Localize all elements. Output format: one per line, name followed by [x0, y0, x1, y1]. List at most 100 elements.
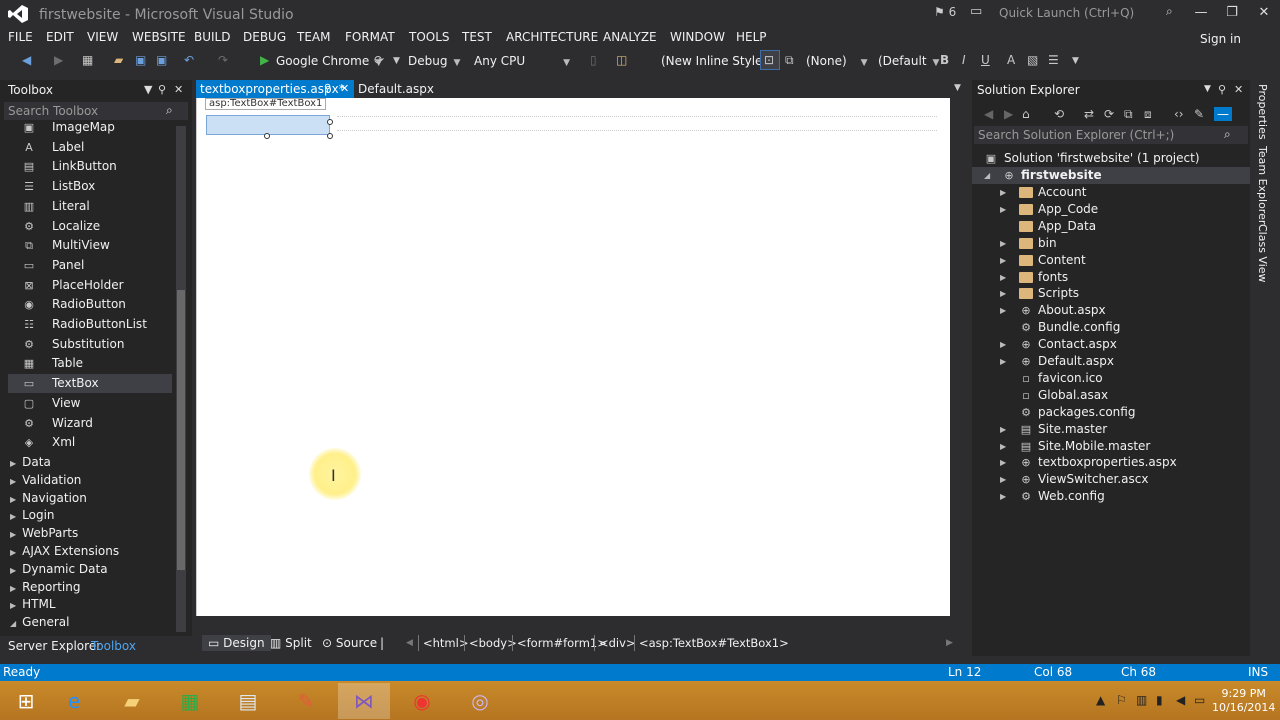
design-scrollbar[interactable]: [950, 98, 968, 616]
tab-textboxproperties[interactable]: textboxproperties.aspx* ⚲ ✕: [196, 80, 354, 98]
resize-handle[interactable]: [327, 119, 333, 125]
design-surface[interactable]: asp:TextBox#TextBox1 I: [196, 98, 950, 616]
underline-button[interactable]: U: [981, 53, 990, 67]
collapsed-arrow-icon[interactable]: ▶: [1000, 184, 1006, 201]
resize-handle[interactable]: [264, 133, 270, 139]
search-icon[interactable]: ⌕: [166, 103, 173, 118]
toolbox-item-radiobuttonlist[interactable]: ☷ RadioButtonList: [8, 315, 172, 334]
notepad-icon[interactable]: ▤: [222, 683, 274, 719]
minimize-icon[interactable]: —: [1191, 5, 1211, 20]
chrome-icon[interactable]: ◉: [396, 683, 448, 719]
toolbox-item-wizard[interactable]: ⚙ Wizard: [8, 414, 172, 433]
collapsed-arrow-icon[interactable]: ▶: [10, 584, 16, 593]
menu-edit[interactable]: EDIT: [46, 30, 74, 44]
solution-item-scripts[interactable]: ▶ Scripts: [972, 285, 1250, 302]
solution-item-default-aspx[interactable]: ▶ ⊕ Default.aspx: [972, 353, 1250, 370]
solution-item-viewswitcher-ascx[interactable]: ▶ ⊕ ViewSwitcher.ascx: [972, 471, 1250, 488]
toolbox-item-localize[interactable]: ⚙ Localize: [8, 217, 172, 236]
bold-button[interactable]: B: [940, 53, 949, 67]
toolbox-item-multiview[interactable]: ⧉ MultiView: [8, 236, 172, 255]
collapsed-arrow-icon[interactable]: ▶: [1000, 336, 1006, 353]
collapsed-arrow-icon[interactable]: ▶: [10, 601, 16, 610]
search-icon[interactable]: ⌕: [1224, 127, 1231, 142]
panel-menu-icon[interactable]: ▼: [144, 83, 152, 96]
breadcrumb-right-icon[interactable]: ▶: [946, 638, 953, 648]
style-select[interactable]: (New Inline Style▼: [661, 52, 775, 71]
highlight-icon[interactable]: ▧: [1027, 53, 1038, 67]
textbox-control[interactable]: [206, 115, 330, 135]
preview-icon[interactable]: —: [1214, 107, 1232, 121]
tab-team-explorer[interactable]: Team Explorer: [1256, 146, 1269, 224]
toolbox-item-panel[interactable]: ▭ Panel: [8, 256, 172, 275]
toolbox-category-reporting[interactable]: ▶ Reporting: [10, 580, 81, 594]
solution-item-packages-config[interactable]: ⚙ packages.config: [972, 404, 1250, 421]
excel-icon[interactable]: ▦: [164, 683, 216, 719]
collapsed-arrow-icon[interactable]: ▶: [1000, 454, 1006, 471]
resize-handle[interactable]: [327, 133, 333, 139]
notifications-flag-icon[interactable]: ⚑ 6: [934, 5, 956, 19]
toolbox-item-listbox[interactable]: ☰ ListBox: [8, 177, 172, 196]
solution-item-contact-aspx[interactable]: ▶ ⊕ Contact.aspx: [972, 336, 1250, 353]
run-target-select[interactable]: Google Chrome ▼: [276, 52, 382, 71]
show-hidden-icons-icon[interactable]: ▲: [1096, 693, 1105, 707]
pending-changes-icon[interactable]: ⇄: [1084, 107, 1094, 121]
back-icon[interactable]: ◀: [984, 107, 993, 121]
breadcrumb-left-icon[interactable]: ◀: [406, 638, 413, 648]
solution-item-app-data[interactable]: App_Data: [972, 218, 1250, 235]
toolbox-item-textbox[interactable]: ▭ TextBox: [8, 374, 172, 394]
collapsed-arrow-icon[interactable]: ▶: [1000, 353, 1006, 370]
taskbar-clock[interactable]: 9:29 PM 10/16/2014: [1212, 687, 1275, 715]
toolbox-item-placeholder[interactable]: ⊠ PlaceHolder: [8, 276, 172, 295]
feedback-icon[interactable]: ▭: [970, 4, 982, 19]
collapsed-arrow-icon[interactable]: ▶: [10, 459, 16, 468]
collapsed-arrow-icon[interactable]: ▶: [1000, 488, 1006, 505]
visual-studio-taskbar-icon[interactable]: ⋈: [338, 683, 390, 719]
start-button-icon[interactable]: ⊞: [0, 683, 52, 719]
menu-help[interactable]: HELP: [736, 30, 767, 44]
sync-icon[interactable]: ⟲: [1054, 107, 1064, 121]
solution-item-bin[interactable]: ▶ bin: [972, 235, 1250, 252]
toolbar-overflow-icon[interactable]: ▼: [1072, 56, 1079, 66]
expanded-arrow-icon[interactable]: ◢: [10, 619, 16, 628]
font-color-icon[interactable]: A: [1007, 53, 1015, 67]
restore-icon[interactable]: ❐: [1222, 5, 1242, 20]
collapsed-arrow-icon[interactable]: ▶: [10, 512, 16, 521]
collapsed-arrow-icon[interactable]: ▶: [10, 530, 16, 539]
new-project-icon[interactable]: ▦: [82, 53, 93, 67]
collapsed-arrow-icon[interactable]: ▶: [1000, 421, 1006, 438]
menu-tools[interactable]: TOOLS: [409, 30, 450, 44]
solution-item-bundle-config[interactable]: ⚙ Bundle.config: [972, 319, 1250, 336]
find-icon[interactable]: ▯: [590, 53, 597, 67]
menu-team[interactable]: TEAM: [297, 30, 330, 44]
menu-file[interactable]: FILE: [8, 30, 33, 44]
network-icon[interactable]: ▥: [1136, 693, 1147, 707]
internet-explorer-icon[interactable]: e: [48, 683, 100, 719]
menu-website[interactable]: WEBSITE: [132, 30, 186, 44]
menu-debug[interactable]: DEBUG: [243, 30, 286, 44]
toolbox-item-table[interactable]: ▦ Table: [8, 354, 172, 373]
solution-item-fonts[interactable]: ▶ fonts: [972, 269, 1250, 286]
properties-icon[interactable]: ✎: [1194, 107, 1204, 121]
collapse-all-icon[interactable]: ⧉: [1124, 107, 1133, 122]
refresh-icon[interactable]: ⟳: [374, 53, 384, 67]
pin-icon[interactable]: ⚲: [158, 83, 166, 96]
forward-icon[interactable]: ▶: [54, 53, 63, 67]
pin-icon[interactable]: ⚲: [1218, 83, 1226, 96]
toolbox-scrollbar[interactable]: [176, 126, 186, 632]
solution-item-favicon-ico[interactable]: ▫ favicon.ico: [972, 370, 1250, 387]
collapsed-arrow-icon[interactable]: ▶: [1000, 302, 1006, 319]
format-icon[interactable]: ◫: [616, 53, 627, 67]
file-explorer-icon[interactable]: ▰: [106, 683, 158, 719]
keyboard-icon[interactable]: ▭: [1194, 693, 1205, 707]
menu-build[interactable]: BUILD: [194, 30, 230, 44]
collapsed-arrow-icon[interactable]: ▶: [10, 477, 16, 486]
menu-window[interactable]: WINDOW: [670, 30, 725, 44]
start-debug-icon[interactable]: ▶: [260, 53, 269, 67]
expanded-arrow-icon[interactable]: ◢: [984, 167, 990, 184]
solution-node[interactable]: ▣ Solution 'firstwebsite' (1 project): [972, 150, 1250, 167]
forward-icon[interactable]: ▶: [1004, 107, 1013, 121]
toolbox-item-linkbutton[interactable]: ▤ LinkButton: [8, 157, 172, 176]
pin-icon[interactable]: ⚲: [324, 80, 331, 98]
paint-icon[interactable]: ✎: [280, 683, 332, 719]
solution-item-web-config[interactable]: ▶ ⚙ Web.config: [972, 488, 1250, 505]
